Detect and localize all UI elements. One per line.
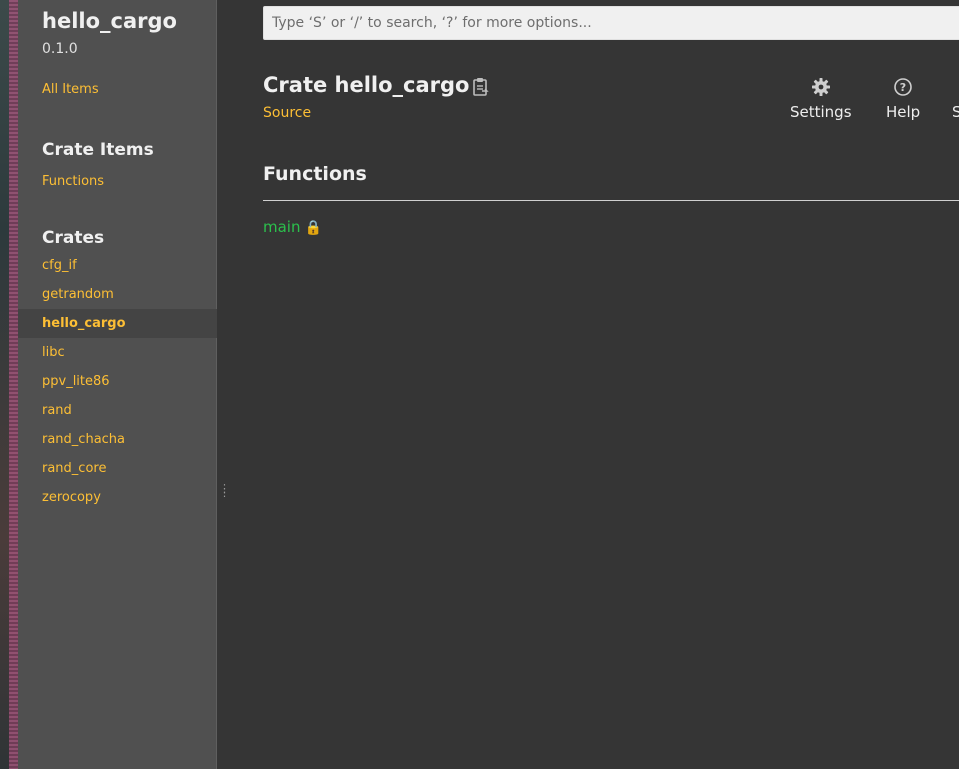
sidebar-resize-handle[interactable]: ⋮ ⋮ — [219, 483, 230, 498]
desktop-background-strip — [0, 0, 18, 769]
functions-heading[interactable]: Functions — [263, 163, 367, 185]
source-link[interactable]: Source — [263, 105, 311, 121]
crate-items-heading[interactable]: Crate Items — [42, 140, 154, 160]
sidebar-crate-rand-chacha[interactable]: rand_chacha — [18, 425, 217, 454]
sidebar-crate-rand[interactable]: rand — [18, 396, 217, 425]
section-divider — [263, 200, 959, 201]
sidebar-crate-rand-core[interactable]: rand_core — [18, 454, 217, 483]
sidebar-crate-cfg-if[interactable]: cfg_if — [18, 251, 217, 280]
crates-heading: Crates — [42, 228, 105, 248]
gear-icon — [811, 78, 830, 96]
function-item-main[interactable]: main 🔒 — [263, 218, 322, 236]
help-label: Help — [886, 103, 921, 121]
lock-icon: 🔒 — [304, 220, 322, 236]
copy-path-button[interactable] — [470, 76, 492, 98]
sidebar-crate-title[interactable]: hello_cargo — [42, 9, 177, 33]
function-name[interactable]: main — [263, 218, 300, 236]
sidebar-crate-getrandom[interactable]: getrandom — [18, 280, 217, 309]
sidebar-crate-ppv-lite86[interactable]: ppv_lite86 — [18, 367, 217, 396]
sidebar-crate-zerocopy[interactable]: zerocopy — [18, 483, 217, 512]
sidebar-crate-version: 0.1.0 — [42, 41, 78, 57]
clipboard-icon — [473, 78, 489, 96]
sidebar-crate-libc[interactable]: libc — [18, 338, 217, 367]
svg-text:?: ? — [900, 81, 906, 94]
summary-button[interactable]: S — [952, 77, 959, 121]
summary-label: S — [952, 103, 959, 121]
all-items-link[interactable]: All Items — [42, 82, 99, 97]
sidebar-item-functions[interactable]: Functions — [42, 174, 104, 189]
search-input[interactable] — [263, 6, 959, 40]
settings-label: Settings — [790, 103, 852, 121]
page-title: Crate hello_cargo — [263, 73, 470, 97]
sidebar: hello_cargo 0.1.0 All Items Crate Items … — [18, 0, 217, 769]
help-button[interactable]: ? Help — [886, 77, 920, 121]
help-icon: ? — [894, 78, 912, 96]
settings-button[interactable]: Settings — [790, 77, 852, 121]
sidebar-crate-hello-cargo[interactable]: hello_cargo — [18, 309, 217, 338]
